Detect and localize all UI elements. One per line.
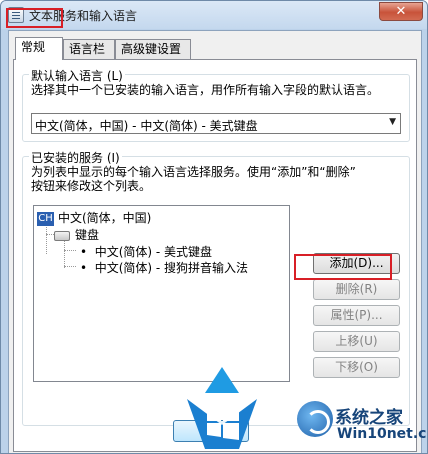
installed-services-tree[interactable]: CH 中文(简体，中国) 键盘 • 中文(简体) - 美式键盘 • 中文(简体) … (33, 205, 290, 382)
remove-button[interactable]: 删除(R) (313, 279, 400, 300)
move-up-button[interactable]: 上移(U) (313, 331, 400, 352)
default-language-value: 中文(简体，中国) - 中文(简体) - 美式键盘 (35, 119, 258, 133)
tree-connector (46, 224, 47, 254)
title-bar[interactable]: 文本服务和输入语言 ✕ (1, 1, 427, 29)
tree-language-node[interactable]: CH 中文(简体，中国) (37, 209, 151, 226)
tree-connector (64, 266, 76, 267)
tree-keyboard-node[interactable]: 键盘 (54, 226, 99, 243)
dialog-window: 文本服务和输入语言 ✕ 常规 语言栏 高级键设置 默认输入语言 (L) 选择其中… (0, 0, 428, 454)
tab-general[interactable]: 常规 (15, 37, 63, 60)
keyboard-settings-icon (8, 7, 24, 23)
keyboard-icon (54, 230, 70, 241)
tab-language-bar[interactable]: 语言栏 (63, 39, 115, 59)
installed-services-legend: 已安装的服务 (I) (29, 149, 122, 166)
installed-services-description-line1: 为列表中显示的每个输入语言选择服务。使用“添加”和“删除” (31, 165, 356, 179)
default-language-group: 默认输入语言 (L) 选择其中一个已安装的输入语言，用作所有输入字段的默认语言。… (22, 67, 410, 142)
ok-button[interactable]: 确定 (173, 420, 249, 442)
tree-service-item[interactable]: • 中文(简体) - 搜狗拼音输入法 (80, 259, 248, 276)
chinese-language-icon: CH (37, 211, 54, 226)
watermark-site-name: 系统之家 (335, 408, 403, 428)
tree-keyboard-label: 键盘 (75, 228, 100, 242)
tab-advanced-key-settings[interactable]: 高级键设置 (115, 39, 191, 59)
default-language-dropdown[interactable]: 中文(简体，中国) - 中文(简体) - 美式键盘 ▼ (31, 113, 401, 134)
dialog-client: 常规 语言栏 高级键设置 默认输入语言 (L) 选择其中一个已安装的输入语言，用… (8, 30, 422, 453)
tree-connector (64, 250, 76, 251)
window-title: 文本服务和输入语言 (29, 9, 138, 23)
tree-service-item[interactable]: • 中文(简体) - 美式键盘 (80, 243, 212, 260)
properties-button[interactable]: 属性(P)... (313, 305, 400, 326)
default-language-legend: 默认输入语言 (L) (29, 67, 125, 84)
bullet-icon: • (80, 245, 95, 259)
default-language-description: 选择其中一个已安装的输入语言，用作所有输入字段的默认语言。 (31, 83, 380, 97)
tree-service-label: 中文(简体) - 美式键盘 (94, 245, 213, 259)
watermark-logo-icon (297, 401, 333, 437)
bullet-icon: • (80, 261, 95, 275)
tree-connector (46, 234, 54, 235)
tree-service-label: 中文(简体) - 搜狗拼音输入法 (94, 261, 249, 275)
installed-services-group: 已安装的服务 (I) 为列表中显示的每个输入语言选择服务。使用“添加”和“删除”… (22, 149, 410, 426)
installed-services-description-line2: 按钮来修改这个列表。 (31, 179, 152, 193)
tree-language-label: 中文(简体，中国) (58, 211, 152, 225)
general-tab-panel: 默认输入语言 (L) 选择其中一个已安装的输入语言，用作所有输入字段的默认语言。… (13, 59, 417, 452)
add-button[interactable]: 添加(D)... (313, 253, 400, 274)
watermark-url: Win10net.com (337, 426, 427, 442)
close-button[interactable]: ✕ (379, 2, 423, 21)
move-down-button[interactable]: 下移(O) (313, 357, 400, 378)
chevron-down-icon: ▼ (389, 117, 396, 127)
